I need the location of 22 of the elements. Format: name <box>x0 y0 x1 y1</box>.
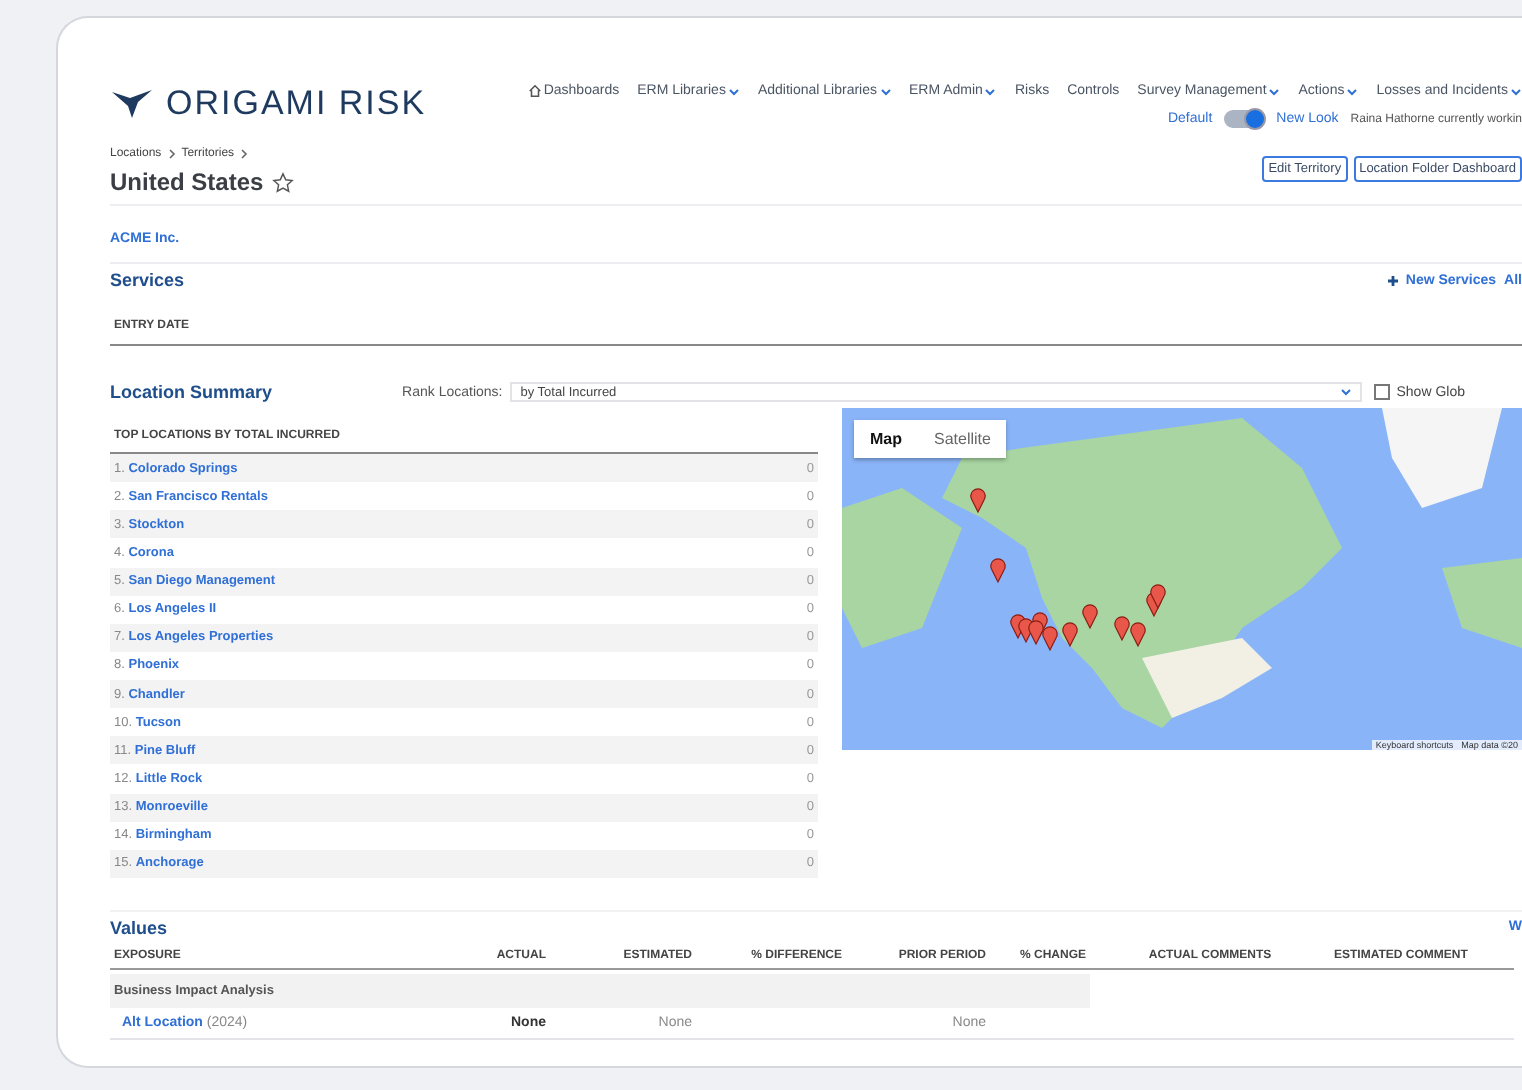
chevron-right-icon <box>240 148 249 160</box>
chevron-down-icon <box>879 87 891 95</box>
chevron-right-icon <box>167 148 176 160</box>
section-title: Location Summary <box>110 382 273 402</box>
checkbox[interactable] <box>1374 384 1391 400</box>
section-title: Values <box>110 917 168 938</box>
home-icon <box>527 84 542 98</box>
star-icon[interactable] <box>271 171 294 193</box>
chevron-down-icon <box>984 87 997 95</box>
chevron-down-icon <box>727 87 740 95</box>
bird-logo-icon <box>110 88 154 120</box>
map-view-tab[interactable]: Map <box>854 420 918 458</box>
chevron-down-icon <box>1268 87 1281 95</box>
plus-icon <box>1387 275 1398 285</box>
chevron-down-icon <box>1346 87 1359 95</box>
chevron-down-icon <box>1340 388 1353 396</box>
map-view-tab[interactable]: Satellite <box>918 420 1007 458</box>
page-title: United States <box>110 168 264 196</box>
look-toggle[interactable] <box>1224 110 1265 128</box>
brand-name: ORIGAMI RISK <box>166 84 427 124</box>
chevron-down-icon <box>1510 87 1522 95</box>
section-title: Services <box>110 270 185 290</box>
